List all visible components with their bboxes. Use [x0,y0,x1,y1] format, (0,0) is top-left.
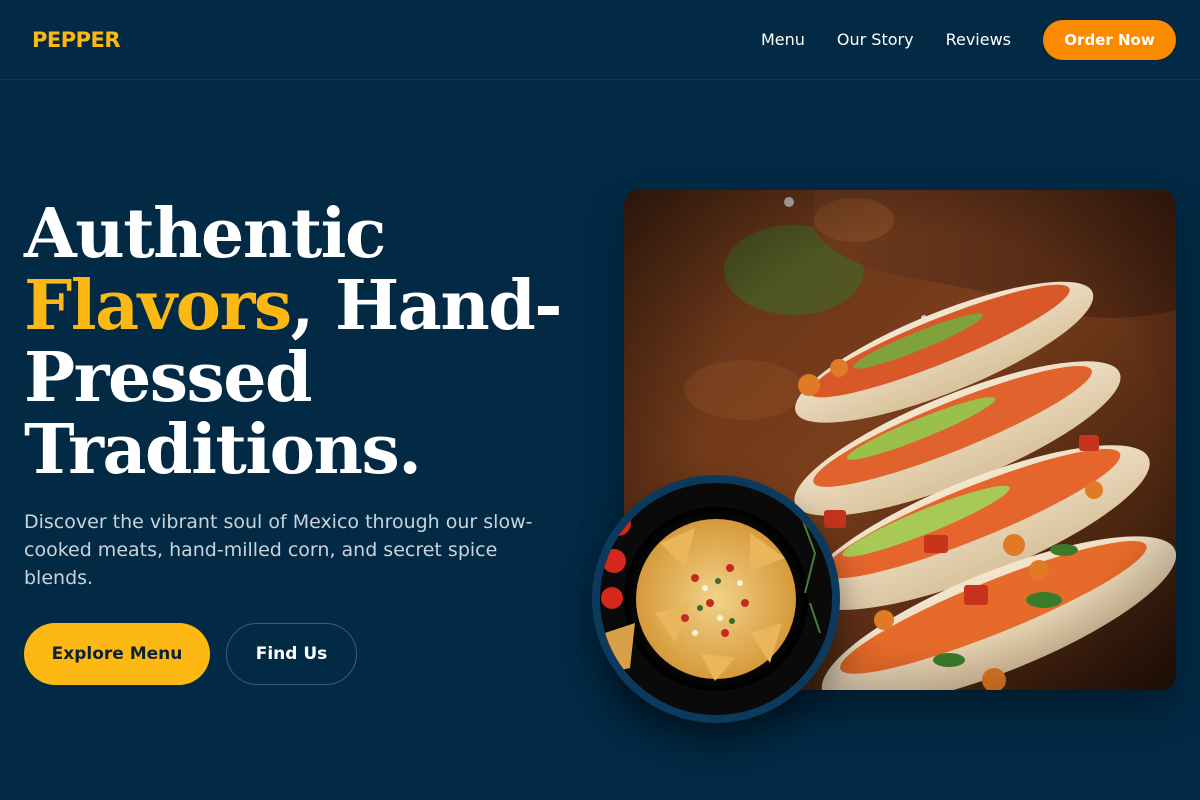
hero-title-after-accent: , Hand- [290,266,563,346]
hero-title: Authentic Flavors, Hand- Pressed Traditi… [24,198,584,486]
find-us-button[interactable]: Find Us [226,623,357,685]
nav-link-reviews[interactable]: Reviews [946,30,1011,49]
nav-links: Menu Our Story Reviews Order Now [761,19,1176,60]
hero-title-accent: Flavors [24,266,292,346]
nachos-photo [600,483,832,715]
hero-title-line1: Authentic [24,194,386,274]
order-now-button[interactable]: Order Now [1043,19,1176,60]
brand-logo[interactable]: PEPPER [32,28,121,52]
top-nav: PEPPER Menu Our Story Reviews Order Now [0,0,1200,80]
nav-link-our-story[interactable]: Our Story [837,30,914,49]
hero-subtitle: Discover the vibrant soul of Mexico thro… [24,511,533,589]
hero-title-line3: Pressed [24,338,313,418]
nav-link-menu[interactable]: Menu [761,30,805,49]
hero-title-line4: Traditions. [24,410,422,490]
explore-menu-button[interactable]: Explore Menu [24,623,210,685]
nachos-photo-frame [592,475,840,723]
